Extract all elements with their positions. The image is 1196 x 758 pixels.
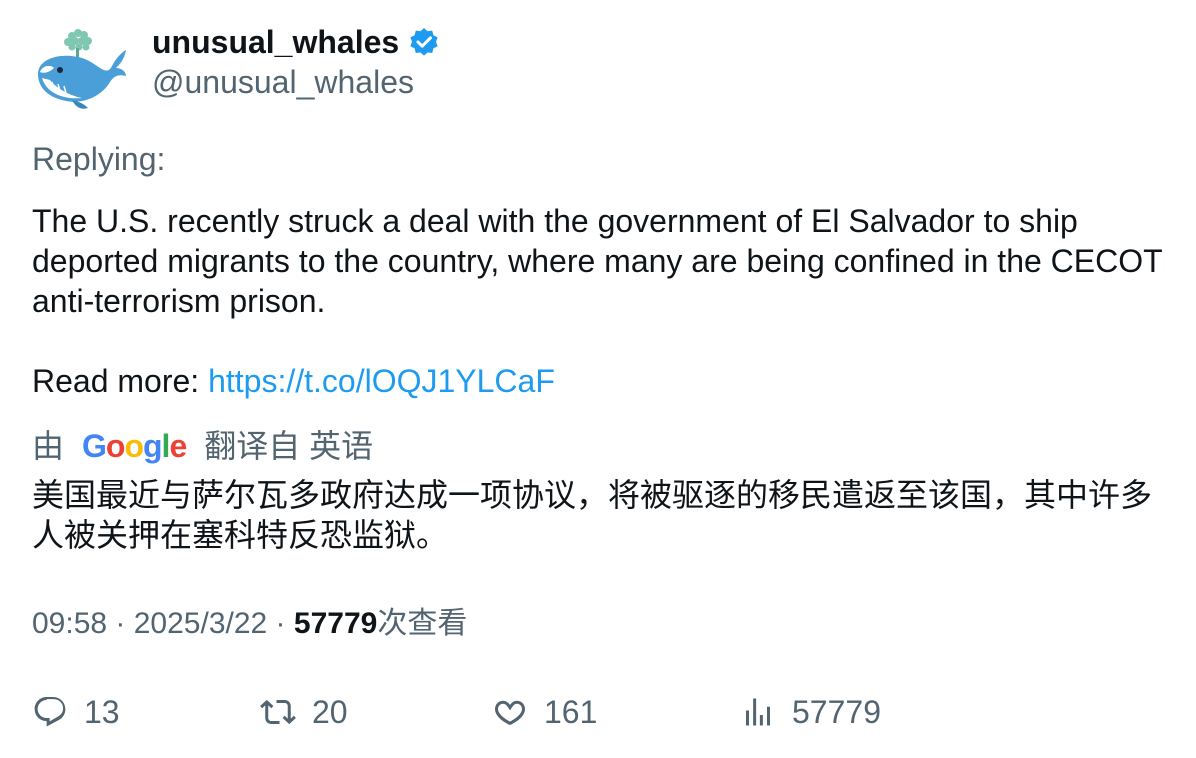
verified-badge-icon[interactable] <box>409 27 439 57</box>
retweet-count: 20 <box>312 694 348 730</box>
translated-by-label: 由 <box>32 428 65 464</box>
retweet-button[interactable]: 20 <box>260 690 348 734</box>
views-label: 次查看 <box>377 607 468 640</box>
action-bar: 13 20 161 57779 <box>32 690 1162 734</box>
google-logo-icon: Google <box>82 428 187 464</box>
meta-separator: · <box>107 607 134 640</box>
translated-from-label[interactable]: 翻译自 英语 <box>204 426 373 466</box>
reply-count: 13 <box>84 694 120 730</box>
translated-text: 美国最近与萨尔瓦多政府达成一项协议，将被驱逐的移民遣返至该国，其中许多人被关押在… <box>32 477 1153 553</box>
bar-chart-icon <box>746 698 770 726</box>
name-row: unusual_whales <box>152 22 439 62</box>
translation-attribution: 由 Google 翻译自 英语 <box>32 426 373 466</box>
views-button[interactable]: 57779 <box>740 690 881 734</box>
retweet-icon <box>260 699 296 725</box>
like-button[interactable]: 161 <box>492 690 597 734</box>
read-more-label: Read more: <box>32 363 209 399</box>
tweet-meta: 09:58 · 2025/3/22 · 57779 次查看 <box>32 604 467 644</box>
meta-separator: · <box>267 607 294 640</box>
display-name[interactable]: unusual_whales <box>152 22 399 62</box>
replying-label: Replying: <box>32 141 166 177</box>
read-more-line: Read more: https://t.co/lOQJ1YLCaF <box>32 361 1172 401</box>
like-count: 161 <box>544 694 598 730</box>
tweet-link[interactable]: https://t.co/lOQJ1YLCaF <box>208 363 555 399</box>
reply-button[interactable]: 13 <box>32 690 120 734</box>
views-count[interactable]: 57779 <box>294 604 377 644</box>
views-action-count: 57779 <box>792 694 881 730</box>
handle[interactable]: @unusual_whales <box>152 62 414 102</box>
tweet-time[interactable]: 09:58 <box>32 604 107 644</box>
tweet-text: The U.S. recently struck a deal with the… <box>32 201 1172 401</box>
whale-avatar-icon[interactable] <box>32 26 128 114</box>
tweet-date[interactable]: 2025/3/22 <box>134 604 267 644</box>
tweet-paragraph: The U.S. recently struck a deal with the… <box>32 203 1163 319</box>
heart-icon <box>495 700 525 725</box>
tweet-header: unusual_whales @unusual_whales <box>32 22 1162 118</box>
reply-icon <box>34 697 66 727</box>
